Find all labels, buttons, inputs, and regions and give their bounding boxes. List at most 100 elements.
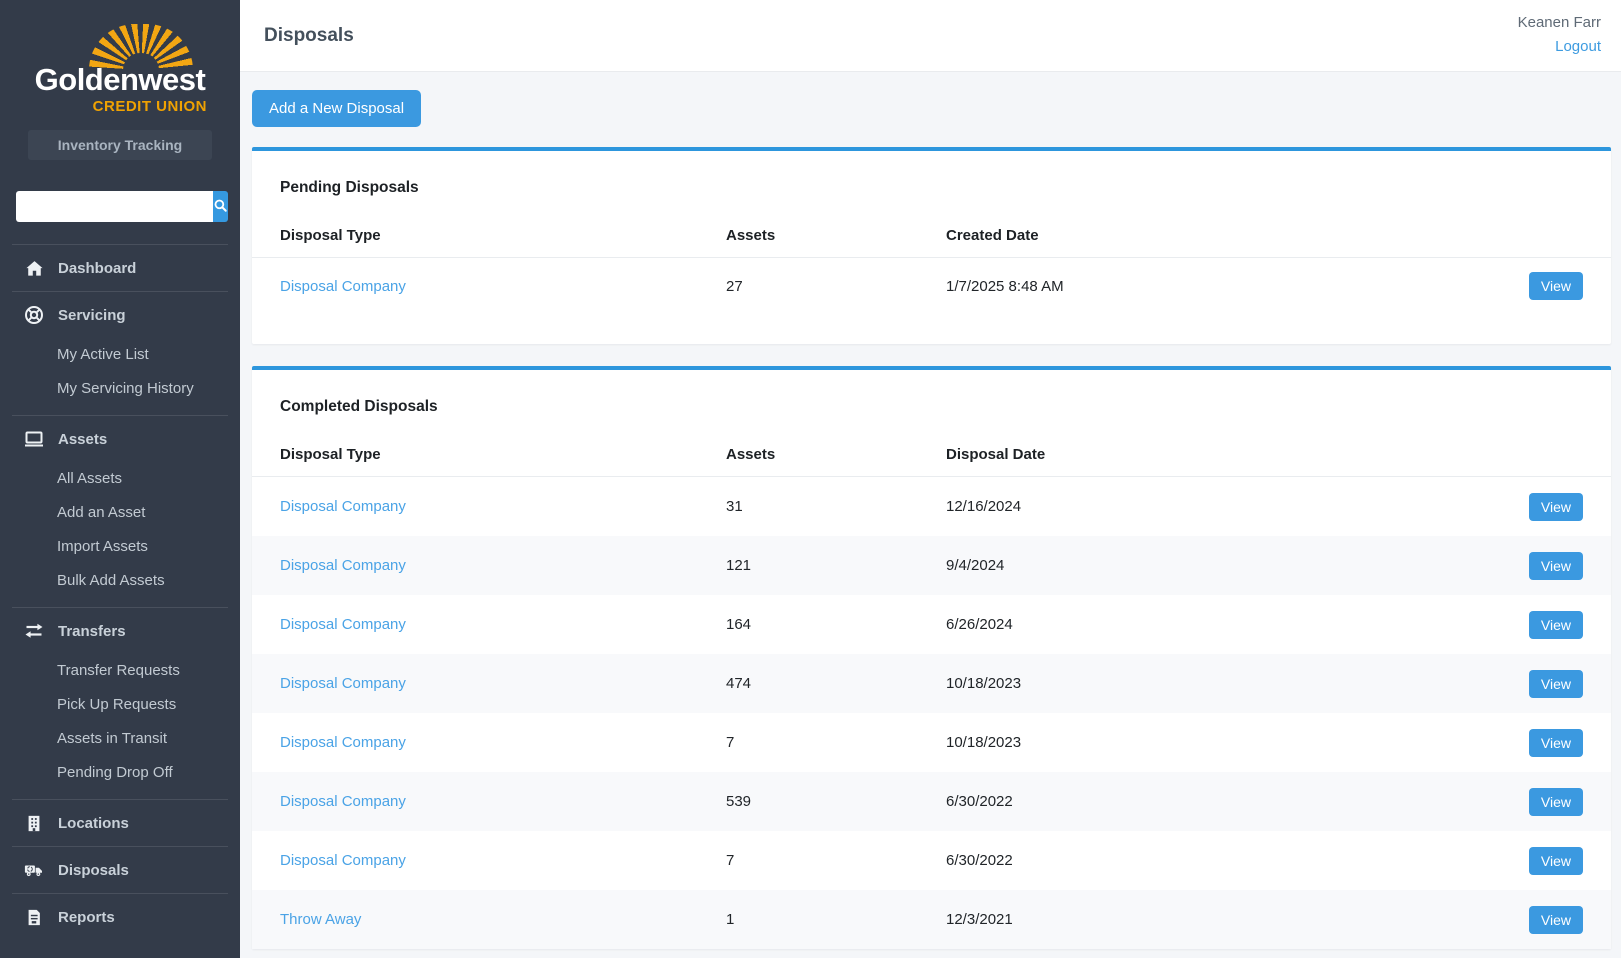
row-date: 10/18/2023 (946, 675, 1519, 692)
assets-count: 7 (726, 852, 946, 869)
sidebar-nav: Dashboard Servicing My Active List (0, 244, 240, 940)
assets-count: 1 (726, 911, 946, 928)
sidebar-item-dashboard[interactable]: Dashboard (0, 245, 240, 291)
transfer-arrows-icon (24, 621, 44, 641)
view-button[interactable]: View (1529, 906, 1583, 934)
column-header-assets: Assets (726, 227, 946, 244)
user-block: Keanen Farr Logout (1518, 12, 1601, 59)
completed-table-header: Disposal Type Assets Disposal Date (252, 446, 1611, 477)
completed-table-body: Disposal Company 31 12/16/2024 View Disp… (252, 477, 1611, 949)
main-area: Disposals Keanen Farr Logout Add a New D… (240, 0, 1621, 958)
assets-count: 7 (726, 734, 946, 751)
life-ring-icon (24, 305, 44, 325)
view-button[interactable]: View (1529, 272, 1583, 300)
search-icon (213, 198, 228, 216)
building-icon (24, 813, 44, 833)
view-button[interactable]: View (1529, 493, 1583, 521)
sidebar-item-label: Transfers (58, 623, 126, 640)
search-input[interactable] (16, 191, 213, 222)
view-button[interactable]: View (1529, 552, 1583, 580)
disposal-type-link[interactable]: Throw Away (280, 911, 361, 928)
table-row: Disposal Company 7 6/30/2022 View (252, 831, 1611, 890)
sidebar-item-transfers[interactable]: Transfers (0, 608, 240, 654)
app-window: Goldenwest CREDIT UNION Inventory Tracki… (0, 0, 1621, 958)
sidebar-item-disposals[interactable]: Disposals (0, 847, 240, 893)
column-header-disposal-type: Disposal Type (280, 446, 726, 463)
assets-count: 539 (726, 793, 946, 810)
report-icon (24, 907, 44, 927)
row-date: 6/30/2022 (946, 852, 1519, 869)
table-row: Disposal Company 7 10/18/2023 View (252, 713, 1611, 772)
sidebar-item-all-assets[interactable]: All Assets (0, 462, 240, 496)
sidebar-item-import-assets[interactable]: Import Assets (0, 530, 240, 564)
home-icon (24, 258, 44, 278)
sidebar-item-label: Disposals (58, 862, 129, 879)
table-row: Disposal Company 474 10/18/2023 View (252, 654, 1611, 713)
disposal-type-link[interactable]: Disposal Company (280, 852, 406, 869)
table-row: Disposal Company 121 9/4/2024 View (252, 536, 1611, 595)
app-title-badge: Inventory Tracking (28, 130, 212, 160)
disposal-type-link[interactable]: Disposal Company (280, 278, 406, 295)
goldenwest-logo: Goldenwest CREDIT UNION (27, 24, 213, 120)
view-button[interactable]: View (1529, 611, 1583, 639)
sidebar-item-assets-in-transit[interactable]: Assets in Transit (0, 722, 240, 756)
assets-count: 121 (726, 557, 946, 574)
column-header-disposal-type: Disposal Type (280, 227, 726, 244)
column-header-created-date: Created Date (946, 227, 1519, 244)
page-title: Disposals (264, 25, 354, 47)
table-row: Throw Away 1 12/3/2021 View (252, 890, 1611, 949)
view-button[interactable]: View (1529, 788, 1583, 816)
sidebar-search (16, 191, 221, 222)
sidebar-item-my-servicing-history[interactable]: My Servicing History (0, 372, 240, 406)
table-row: Disposal Company 27 1/7/2025 8:48 AM Vie… (252, 258, 1611, 314)
sidebar-item-pending-drop-off[interactable]: Pending Drop Off (0, 756, 240, 790)
pending-table-body: Disposal Company 27 1/7/2025 8:48 AM Vie… (252, 258, 1611, 314)
sidebar-item-reports[interactable]: Reports (0, 894, 240, 940)
completed-disposals-card: Completed Disposals Disposal Type Assets… (252, 366, 1611, 949)
sidebar-item-bulk-add-assets[interactable]: Bulk Add Assets (0, 564, 240, 598)
sidebar-item-add-an-asset[interactable]: Add an Asset (0, 496, 240, 530)
disposal-type-link[interactable]: Disposal Company (280, 675, 406, 692)
row-date: 1/7/2025 8:48 AM (946, 278, 1519, 295)
view-button[interactable]: View (1529, 729, 1583, 757)
row-date: 12/16/2024 (946, 498, 1519, 515)
assets-count: 164 (726, 616, 946, 633)
column-header-disposal-date: Disposal Date (946, 446, 1519, 463)
sidebar-item-transfer-requests[interactable]: Transfer Requests (0, 654, 240, 688)
view-button[interactable]: View (1529, 847, 1583, 875)
sidebar-item-label: Reports (58, 909, 115, 926)
disposal-type-link[interactable]: Disposal Company (280, 734, 406, 751)
sidebar-item-assets[interactable]: Assets (0, 416, 240, 462)
sidebar-item-locations[interactable]: Locations (0, 800, 240, 846)
sidebar-item-label: Dashboard (58, 260, 136, 277)
column-header-assets: Assets (726, 446, 946, 463)
disposal-truck-icon (24, 860, 44, 880)
logout-link[interactable]: Logout (1555, 36, 1601, 59)
add-new-disposal-button[interactable]: Add a New Disposal (252, 90, 421, 127)
disposal-type-link[interactable]: Disposal Company (280, 557, 406, 574)
search-button[interactable] (213, 191, 228, 222)
row-date: 12/3/2021 (946, 911, 1519, 928)
brand-name: Goldenwest (27, 62, 213, 98)
pending-table-header: Disposal Type Assets Created Date (252, 227, 1611, 258)
disposal-type-link[interactable]: Disposal Company (280, 498, 406, 515)
row-date: 6/26/2024 (946, 616, 1519, 633)
sidebar-item-servicing[interactable]: Servicing (0, 292, 240, 338)
page-content: Add a New Disposal Pending Disposals Dis… (240, 72, 1621, 958)
assets-count: 27 (726, 278, 946, 295)
sidebar-item-label: Servicing (58, 307, 126, 324)
table-row: Disposal Company 164 6/26/2024 View (252, 595, 1611, 654)
pending-disposals-card: Pending Disposals Disposal Type Assets C… (252, 147, 1611, 344)
assets-count: 474 (726, 675, 946, 692)
disposal-type-link[interactable]: Disposal Company (280, 793, 406, 810)
sidebar-item-label: Assets (58, 431, 107, 448)
view-button[interactable]: View (1529, 670, 1583, 698)
row-date: 9/4/2024 (946, 557, 1519, 574)
assets-count: 31 (726, 498, 946, 515)
sidebar-item-my-active-list[interactable]: My Active List (0, 338, 240, 372)
table-row: Disposal Company 31 12/16/2024 View (252, 477, 1611, 536)
completed-disposals-title: Completed Disposals (252, 398, 1611, 416)
disposal-type-link[interactable]: Disposal Company (280, 616, 406, 633)
sidebar-item-pick-up-requests[interactable]: Pick Up Requests (0, 688, 240, 722)
brand-tagline: CREDIT UNION (93, 98, 207, 115)
